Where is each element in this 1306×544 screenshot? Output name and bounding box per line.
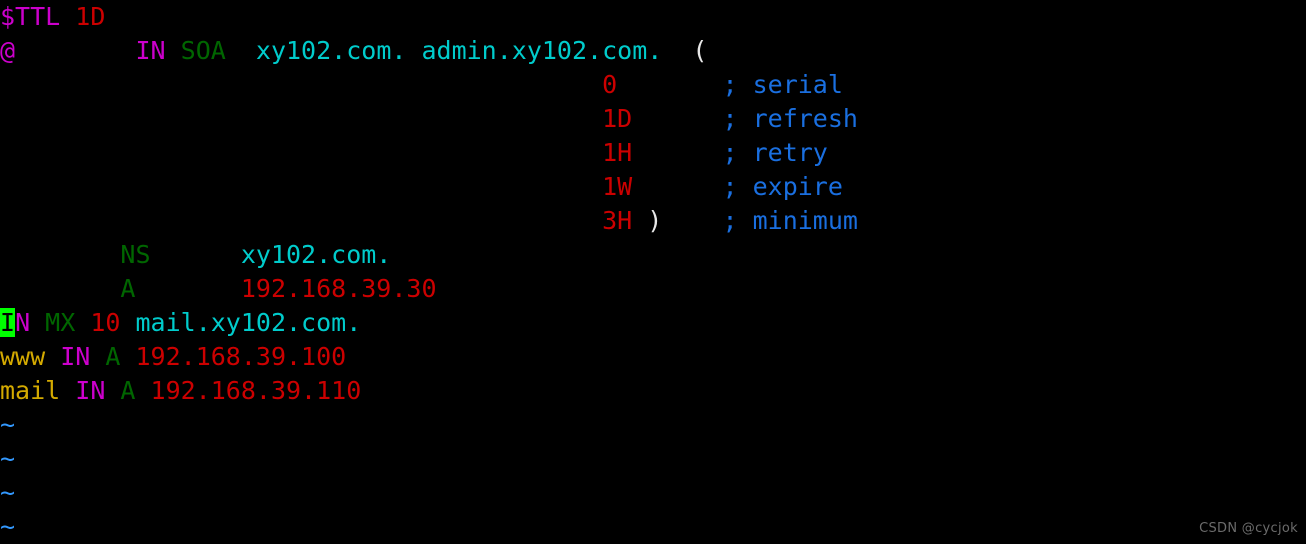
text-segment: 192.168.39.110	[150, 376, 362, 405]
text-segment: xy102.com. admin.xy102.com.	[255, 36, 663, 65]
text-segment: SOA	[180, 36, 226, 65]
text-segment: A	[105, 342, 136, 371]
text-segment: ; minimum	[722, 206, 858, 235]
zone-line-a-mail[interactable]: mail IN A 192.168.39.110	[0, 374, 361, 408]
text-segment: mail.xy102.com.	[135, 308, 362, 337]
text-segment: xy102.com.	[240, 240, 392, 269]
zone-line-ns[interactable]: NS xy102.com.	[0, 238, 391, 272]
text-segment	[0, 240, 120, 269]
zone-line-a-root[interactable]: A 192.168.39.30	[0, 272, 437, 306]
text-segment	[0, 138, 602, 167]
text-segment: 1W	[602, 172, 633, 201]
text-segment	[0, 104, 602, 133]
zone-line-mx[interactable]: IN MX 10 mail.xy102.com.	[0, 306, 361, 340]
text-segment	[0, 274, 120, 303]
text-segment: mail	[0, 376, 76, 405]
zone-line-retry[interactable]: 1H ; retry	[0, 136, 828, 170]
text-segment: 0	[602, 70, 618, 99]
text-segment: 192.168.39.30	[240, 274, 437, 303]
text-segment: 10	[90, 308, 136, 337]
text-cursor: I	[0, 308, 16, 337]
text-segment	[0, 70, 602, 99]
text-segment: ~	[0, 512, 16, 541]
text-segment: ; refresh	[722, 104, 858, 133]
text-segment: 192.168.39.100	[135, 342, 347, 371]
text-segment: A	[120, 274, 136, 303]
text-segment	[632, 138, 722, 167]
text-segment: 3H	[602, 206, 633, 235]
vim-empty-line-marker[interactable]: ~	[0, 408, 15, 442]
terminal-window[interactable]: $TTL 1D @ IN SOA xy102.com. admin.xy102.c…	[0, 0, 1306, 542]
text-segment: 1H	[602, 138, 633, 167]
vim-empty-line-marker[interactable]: ~	[0, 476, 15, 510]
text-segment: (	[662, 36, 708, 65]
vim-empty-line-marker[interactable]: ~	[0, 510, 15, 544]
text-segment: $TTL	[0, 2, 76, 31]
text-segment: )	[632, 206, 663, 235]
text-segment: ; serial	[722, 70, 843, 99]
text-segment: A	[120, 376, 151, 405]
zone-line-minimum[interactable]: 3H ) ; minimum	[0, 204, 858, 238]
text-segment	[135, 274, 240, 303]
text-segment: 1D	[602, 104, 633, 133]
text-segment: ~	[0, 478, 16, 507]
text-segment: NS	[120, 240, 151, 269]
watermark-label: CSDN @cycjok	[1199, 521, 1298, 536]
text-segment: 1D	[75, 2, 106, 31]
text-segment	[632, 104, 722, 133]
text-segment: IN	[60, 342, 106, 371]
text-segment	[151, 240, 241, 269]
zone-line-serial[interactable]: 0 ; serial	[0, 68, 843, 102]
text-segment: ; expire	[722, 172, 843, 201]
text-segment: N	[15, 308, 46, 337]
text-segment: ~	[0, 410, 16, 439]
text-segment: ; retry	[722, 138, 828, 167]
text-segment: ~	[0, 444, 16, 473]
zone-line-soa[interactable]: @ IN SOA xy102.com. admin.xy102.com. (	[0, 34, 707, 68]
vim-empty-line-marker[interactable]: ~	[0, 442, 15, 476]
text-segment: www	[0, 342, 61, 371]
text-segment: @	[0, 36, 121, 65]
zone-line-a-www[interactable]: www IN A 192.168.39.100	[0, 340, 346, 374]
text-segment	[617, 70, 722, 99]
text-segment	[0, 206, 602, 235]
text-segment: IN	[120, 36, 181, 65]
text-segment	[632, 172, 722, 201]
text-segment	[662, 206, 722, 235]
text-segment: IN	[75, 376, 121, 405]
text-segment: MX	[45, 308, 91, 337]
zone-line-ttl[interactable]: $TTL 1D	[0, 0, 105, 34]
zone-line-expire[interactable]: 1W ; expire	[0, 170, 843, 204]
text-segment	[0, 172, 602, 201]
text-segment	[226, 36, 256, 65]
zone-line-refresh[interactable]: 1D ; refresh	[0, 102, 858, 136]
